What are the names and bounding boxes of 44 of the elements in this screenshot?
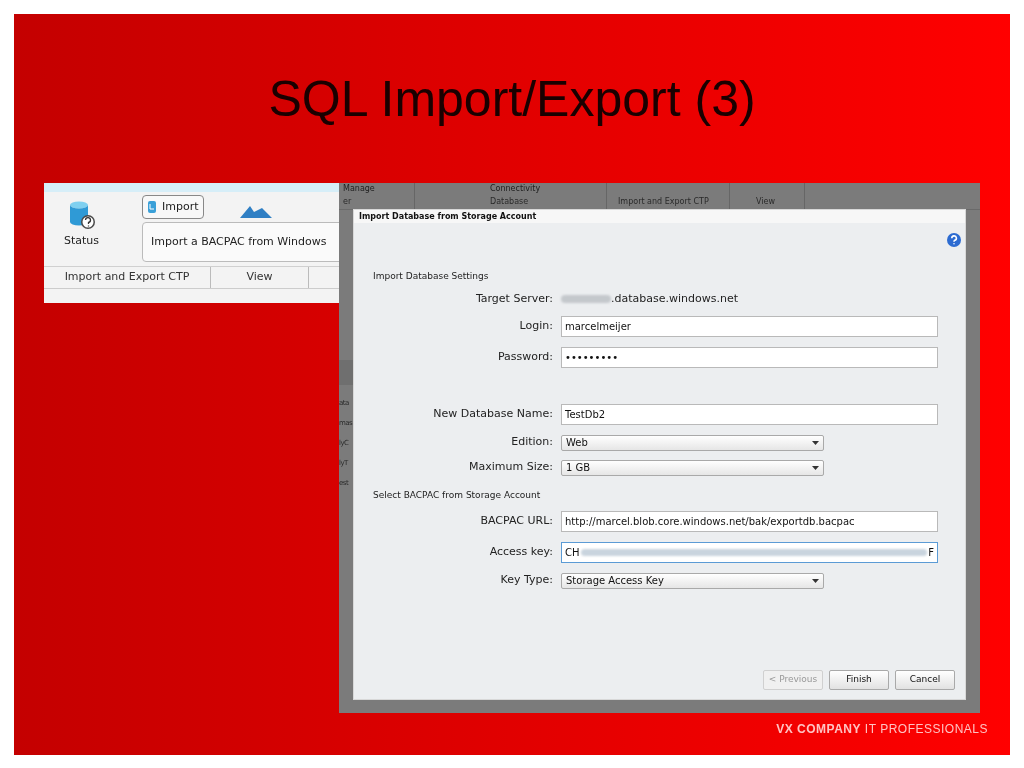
import-icon — [147, 201, 157, 213]
caret-icon — [812, 465, 819, 470]
input-field[interactable]: ••••••••• — [561, 347, 938, 368]
help-icon[interactable] — [947, 233, 961, 247]
ribbon-text: er — [343, 196, 353, 208]
slide-title: SQL Import/Export (3) — [267, 70, 757, 129]
field-label: BACPAC URL: — [479, 513, 554, 530]
ribbon-text: Import and Export CTP — [618, 196, 710, 208]
field-label: Edition: — [510, 434, 554, 451]
ribbon-text: Database — [490, 196, 530, 208]
field-label: Target Server: — [474, 290, 554, 307]
field-label: New Database Name: — [432, 406, 554, 423]
input-field[interactable]: http://marcel.blob.core.windows.net/bak/exportdb.bacpac — [561, 511, 938, 532]
input-field[interactable]: marcelmeijer — [561, 316, 938, 337]
field-label: Maximum Size: — [468, 459, 554, 476]
ribbon-text: Manage — [343, 183, 376, 195]
input-field[interactable]: CH F — [561, 542, 938, 563]
dropdown[interactable]: Web — [561, 434, 824, 451]
tooltip: Import a BACPAC from Windows — [142, 222, 340, 262]
ribbon-group-label: Import and Export CTP — [44, 267, 211, 288]
server-name: .database.windows.net — [611, 290, 738, 307]
field-label: Key Type: — [499, 572, 554, 589]
dropdown[interactable]: Storage Access Key — [561, 572, 824, 589]
dialog-button[interactable]: Cancel — [895, 670, 955, 690]
ribbon-text: Connectivity — [490, 183, 542, 195]
redacted-text — [561, 295, 611, 303]
ribbon-group-label: View — [211, 267, 309, 288]
key-text: CH — [565, 546, 580, 560]
import-button[interactable]: Import — [142, 195, 204, 219]
field-label: Login: — [518, 318, 554, 335]
caret-icon — [812, 440, 819, 445]
section-heading: Select BACPAC from Storage Account — [373, 489, 541, 503]
dialog-button[interactable]: Finish — [829, 670, 889, 690]
footer-logo-text: VX COMPANY IT PROFESSIONALS — [776, 721, 988, 738]
key-text: F — [928, 546, 934, 560]
caret-icon — [812, 578, 819, 583]
field-label: Password: — [496, 349, 554, 366]
dropdown[interactable]: 1 GB — [561, 459, 824, 476]
ribbon-text: View — [756, 196, 776, 208]
section-heading: Import Database Settings — [373, 270, 489, 284]
input-field[interactable]: TestDb2 — [561, 404, 938, 425]
status-button[interactable]: Status — [64, 200, 100, 250]
field-label: Access key: — [488, 544, 554, 561]
dialog-title: Import Database from Storage Account — [354, 210, 965, 223]
